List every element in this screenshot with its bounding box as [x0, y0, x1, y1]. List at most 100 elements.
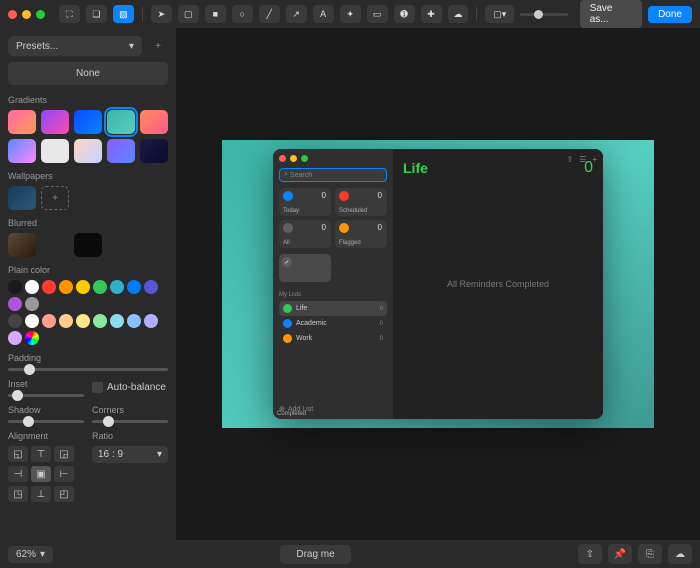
gradient-swatch[interactable] [41, 110, 69, 134]
align-bottom-left-button[interactable]: ◳ [8, 486, 28, 502]
wallpaper-swatch[interactable] [8, 186, 36, 210]
cloud-tool-button[interactable]: ☁ [448, 5, 469, 23]
save-as-button[interactable]: Save as... [580, 0, 642, 28]
export-button[interactable]: ⇧ [578, 544, 602, 564]
color-swatch[interactable] [59, 280, 73, 294]
none-button[interactable]: None [8, 62, 168, 85]
color-swatch[interactable] [110, 314, 124, 328]
text-tool-button[interactable]: A [313, 5, 334, 23]
canvas-area[interactable]: ⌕ Search 0Today0Scheduled0All0Flagged ✓ … [176, 28, 700, 540]
color-swatch[interactable] [25, 314, 39, 328]
color-swatch[interactable] [127, 314, 141, 328]
list-item[interactable]: Academic0 [279, 316, 387, 331]
color-swatch[interactable] [144, 280, 158, 294]
circle-tool-button[interactable]: ○ [232, 5, 253, 23]
smart-list-card[interactable]: 0All [279, 220, 331, 248]
line-tool-button[interactable]: ╱ [259, 5, 280, 23]
color-swatch[interactable] [76, 314, 90, 328]
step-tool-button[interactable]: ➊ [394, 5, 415, 23]
minimize-window-icon[interactable] [22, 10, 31, 19]
color-swatch[interactable] [8, 331, 22, 345]
close-window-icon[interactable] [8, 10, 17, 19]
auto-balance-checkbox[interactable]: Auto-balance [92, 377, 168, 397]
arrow-tool-button[interactable]: ↗ [286, 5, 307, 23]
color-swatch[interactable] [110, 280, 124, 294]
cloud-upload-button[interactable]: ☁ [668, 544, 692, 564]
gradient-swatch[interactable] [74, 110, 102, 134]
blurred-swatch[interactable] [41, 233, 69, 257]
color-swatch[interactable] [144, 314, 158, 328]
align-top-right-button[interactable]: ◲ [54, 446, 74, 462]
scale-dropdown-button[interactable]: ▢▾ [485, 5, 514, 23]
add-preset-button[interactable]: + [148, 36, 168, 56]
align-bottom-button[interactable]: ⊥ [31, 486, 51, 502]
presets-dropdown[interactable]: Presets... ▾ [8, 36, 142, 56]
gradient-swatch[interactable] [107, 110, 135, 134]
align-center-button[interactable]: ▣ [31, 466, 51, 482]
layers-tool-button[interactable]: ❏ [86, 5, 107, 23]
gradient-swatch[interactable] [74, 139, 102, 163]
gradient-swatch[interactable] [140, 139, 168, 163]
blurred-swatch[interactable] [74, 233, 102, 257]
add-list-button[interactable]: ⊕ Add List [279, 405, 313, 413]
color-swatch[interactable] [93, 280, 107, 294]
maximize-window-icon[interactable] [36, 10, 45, 19]
reminders-search-input[interactable]: ⌕ Search [279, 168, 387, 182]
color-swatch[interactable] [93, 314, 107, 328]
gradient-swatch[interactable] [8, 139, 36, 163]
badge-tool-button[interactable]: ▭ [367, 5, 388, 23]
focus-tool-button[interactable]: ✦ [340, 5, 361, 23]
ratio-dropdown[interactable]: 16 : 9 ▾ [92, 446, 168, 463]
minimize-icon[interactable] [290, 155, 297, 162]
share-icon[interactable]: ⇪ [566, 155, 573, 164]
list-item[interactable]: Work0 [279, 331, 387, 346]
stroke-slider[interactable] [520, 13, 568, 16]
done-button[interactable]: Done [648, 6, 692, 23]
corners-slider[interactable] [92, 420, 168, 423]
padding-slider[interactable] [8, 368, 168, 371]
screenshot-tool-button[interactable]: ▧ [113, 5, 134, 23]
align-top-left-button[interactable]: ◱ [8, 446, 28, 462]
gradient-swatch[interactable] [41, 139, 69, 163]
smart-list-card[interactable]: 0Flagged [335, 220, 387, 248]
maximize-icon[interactable] [301, 155, 308, 162]
color-swatch[interactable] [76, 280, 90, 294]
rect-tool-button[interactable]: ▢ [178, 5, 199, 23]
smart-list-card[interactable]: 0Today [279, 188, 331, 216]
fill-rect-tool-button[interactable]: ■ [205, 5, 226, 23]
align-top-button[interactable]: ⊤ [31, 446, 51, 462]
align-left-button[interactable]: ⊣ [8, 466, 28, 482]
smart-list-card[interactable]: 0Scheduled [335, 188, 387, 216]
align-right-button[interactable]: ⊢ [54, 466, 74, 482]
color-swatch[interactable] [25, 331, 39, 345]
add-reminder-icon[interactable]: + [592, 155, 597, 164]
blurred-swatch[interactable] [8, 233, 36, 257]
gradient-swatch[interactable] [140, 110, 168, 134]
pin-button[interactable]: 📌 [608, 544, 632, 564]
color-swatch[interactable] [8, 280, 22, 294]
pointer-tool-button[interactable]: ➤ [151, 5, 172, 23]
inset-slider[interactable] [8, 394, 84, 397]
zoom-dropdown[interactable]: 62% ▾ [8, 546, 53, 563]
color-swatch[interactable] [59, 314, 73, 328]
close-icon[interactable] [279, 155, 286, 162]
color-swatch[interactable] [127, 280, 141, 294]
completed-card[interactable]: ✓ Completed [279, 254, 331, 282]
color-swatch[interactable] [8, 297, 22, 311]
crop-tool-button[interactable]: ⛶ [59, 5, 80, 23]
options-icon[interactable]: ☰ [579, 155, 586, 164]
list-item[interactable]: Life0 [279, 301, 387, 316]
gradient-swatch[interactable] [107, 139, 135, 163]
redact-tool-button[interactable]: ✚ [421, 5, 442, 23]
add-wallpaper-button[interactable]: + [41, 186, 69, 210]
drag-me-button[interactable]: Drag me [280, 545, 350, 564]
color-swatch[interactable] [42, 314, 56, 328]
shadow-slider[interactable] [8, 420, 84, 423]
color-swatch[interactable] [25, 280, 39, 294]
color-swatch[interactable] [25, 297, 39, 311]
color-swatch[interactable] [8, 314, 22, 328]
copy-button[interactable]: ⎘ [638, 544, 662, 564]
gradient-swatch[interactable] [8, 110, 36, 134]
color-swatch[interactable] [42, 280, 56, 294]
align-bottom-right-button[interactable]: ◰ [54, 486, 74, 502]
